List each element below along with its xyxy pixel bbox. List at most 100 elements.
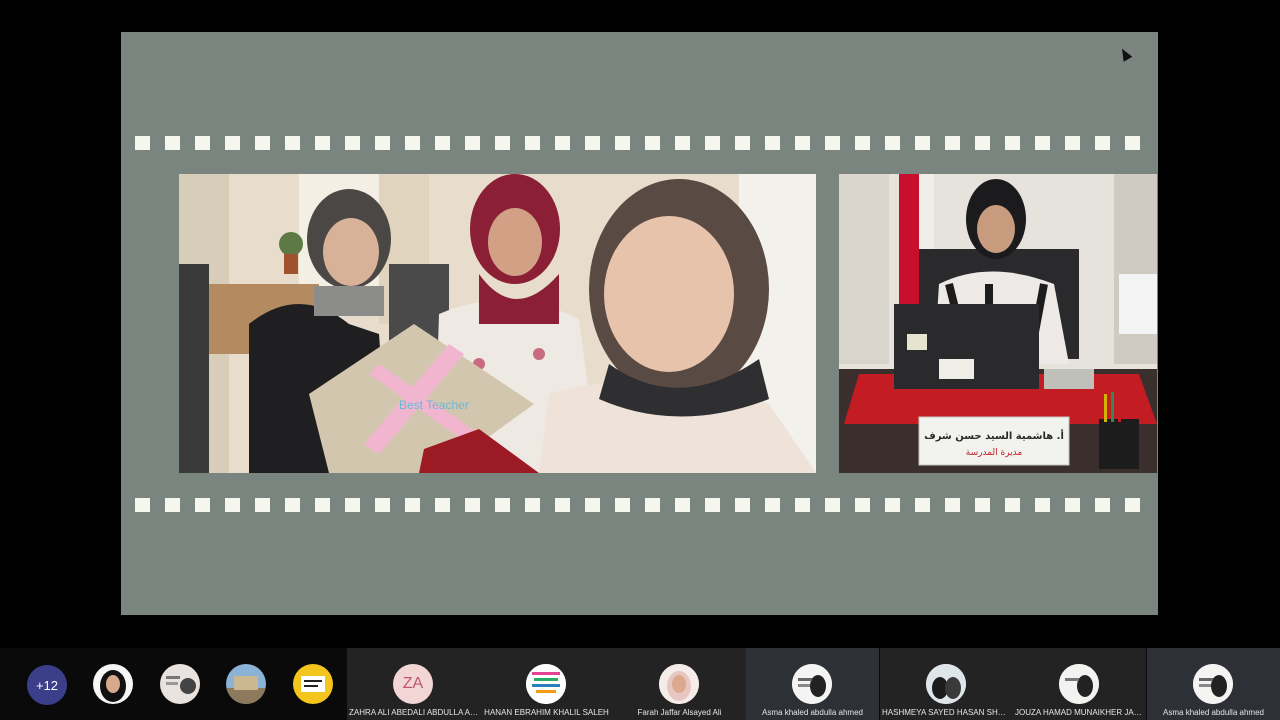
film-hole [465, 498, 480, 512]
film-hole [855, 498, 870, 512]
film-hole [795, 498, 810, 512]
film-hole [825, 498, 840, 512]
film-hole [1005, 498, 1020, 512]
film-hole [705, 498, 720, 512]
film-hole [285, 498, 300, 512]
film-hole [1065, 498, 1080, 512]
film-hole [495, 136, 510, 150]
participant-name: Farah Jaffar Alsayed Ali [637, 708, 722, 717]
film-hole [675, 136, 690, 150]
participant-tile[interactable]: Asma khaled abdulla ahmed [1147, 648, 1280, 720]
participant-avatar [792, 664, 832, 704]
film-hole [525, 136, 540, 150]
film-hole [975, 136, 990, 150]
film-hole [225, 136, 240, 150]
placard-title: مديرة المدرسة [966, 448, 1023, 458]
film-hole [615, 136, 630, 150]
film-hole [945, 498, 960, 512]
film-hole [585, 498, 600, 512]
film-hole [1065, 136, 1080, 150]
film-hole [495, 498, 510, 512]
film-hole [1125, 136, 1140, 150]
film-hole [165, 498, 180, 512]
film-hole [765, 498, 780, 512]
film-hole [555, 498, 570, 512]
film-hole [195, 498, 210, 512]
film-hole [1035, 498, 1050, 512]
film-hole [255, 136, 270, 150]
film-hole [375, 498, 390, 512]
film-hole [405, 498, 420, 512]
film-hole [345, 498, 360, 512]
participant-avatar [1193, 664, 1233, 704]
participant-tile[interactable]: Farah Jaffar Alsayed Ali [613, 648, 746, 720]
participant-tile[interactable]: JOUZA HAMAD MUNAIKHER JABER [1013, 648, 1146, 720]
film-hole [585, 136, 600, 150]
film-hole [945, 136, 960, 150]
participant-name: Asma khaled abdulla ahmed [1163, 708, 1264, 717]
film-hole [525, 498, 540, 512]
participant-avatar[interactable] [93, 664, 133, 704]
photo-teachers-gift: Best Teacher [179, 174, 816, 473]
film-hole [255, 498, 270, 512]
film-hole [285, 136, 300, 150]
photo-principal-desk: أ. هاشمية السيد حسن شرف مديرة المدرسة [839, 174, 1157, 473]
film-hole [975, 498, 990, 512]
participant-avatar [526, 664, 566, 704]
film-hole [1005, 136, 1020, 150]
participant-tile[interactable]: HASHMEYA SAYED HASAN SHARAF [880, 648, 1013, 720]
film-hole [195, 136, 210, 150]
film-hole [615, 498, 630, 512]
film-hole [765, 136, 780, 150]
film-hole [705, 136, 720, 150]
participant-avatar[interactable] [293, 664, 333, 704]
film-hole [645, 136, 660, 150]
participant-avatar [659, 664, 699, 704]
film-hole [735, 498, 750, 512]
film-hole [915, 136, 930, 150]
film-hole [135, 498, 150, 512]
film-hole [405, 136, 420, 150]
participant-avatar[interactable] [160, 664, 200, 704]
shared-screen-stage: Best Teacher أ. هاشمية السيد حسن شرف مدي… [121, 32, 1158, 615]
participant-tile[interactable]: Asma khaled abdulla ahmed [746, 648, 879, 720]
film-hole [1035, 136, 1050, 150]
film-hole [135, 136, 150, 150]
participant-name: Asma khaled abdulla ahmed [762, 708, 863, 717]
film-hole [825, 136, 840, 150]
participant-avatar [926, 664, 966, 704]
film-hole [915, 498, 930, 512]
participant-name: JOUZA HAMAD MUNAIKHER JABER [1015, 708, 1144, 717]
film-hole [1095, 136, 1110, 150]
participant-avatar[interactable] [226, 664, 266, 704]
film-hole [435, 498, 450, 512]
participant-tile[interactable]: ZA ZAHRA ALI ABEDALI ABDULLA ABE... [347, 648, 480, 720]
gift-box-text: Best Teacher [399, 398, 469, 412]
film-hole [645, 498, 660, 512]
placard-name: أ. هاشمية السيد حسن شرف [924, 429, 1064, 442]
participant-name: HASHMEYA SAYED HASAN SHARAF [882, 708, 1011, 717]
more-participants-button[interactable]: +12 [27, 665, 67, 705]
participant-tile[interactable]: HANAN EBRAHIM KHALIL SALEH [480, 648, 613, 720]
mouse-cursor-icon [1117, 46, 1133, 62]
film-hole [885, 136, 900, 150]
participant-initials-avatar: ZA [393, 664, 433, 704]
film-hole [465, 136, 480, 150]
filmstrip-bottom [135, 498, 1158, 512]
film-hole [315, 498, 330, 512]
film-hole [1125, 498, 1140, 512]
film-hole [735, 136, 750, 150]
film-hole [225, 498, 240, 512]
participant-name: HANAN EBRAHIM KHALIL SALEH [484, 708, 609, 717]
filmstrip-top [135, 136, 1158, 150]
film-hole [315, 136, 330, 150]
film-hole [435, 136, 450, 150]
film-hole [795, 136, 810, 150]
participant-name: ZAHRA ALI ABEDALI ABDULLA ABE... [349, 708, 478, 717]
film-hole [375, 136, 390, 150]
film-hole [345, 136, 360, 150]
film-hole [1095, 498, 1110, 512]
film-hole [165, 136, 180, 150]
film-hole [555, 136, 570, 150]
film-hole [675, 498, 690, 512]
